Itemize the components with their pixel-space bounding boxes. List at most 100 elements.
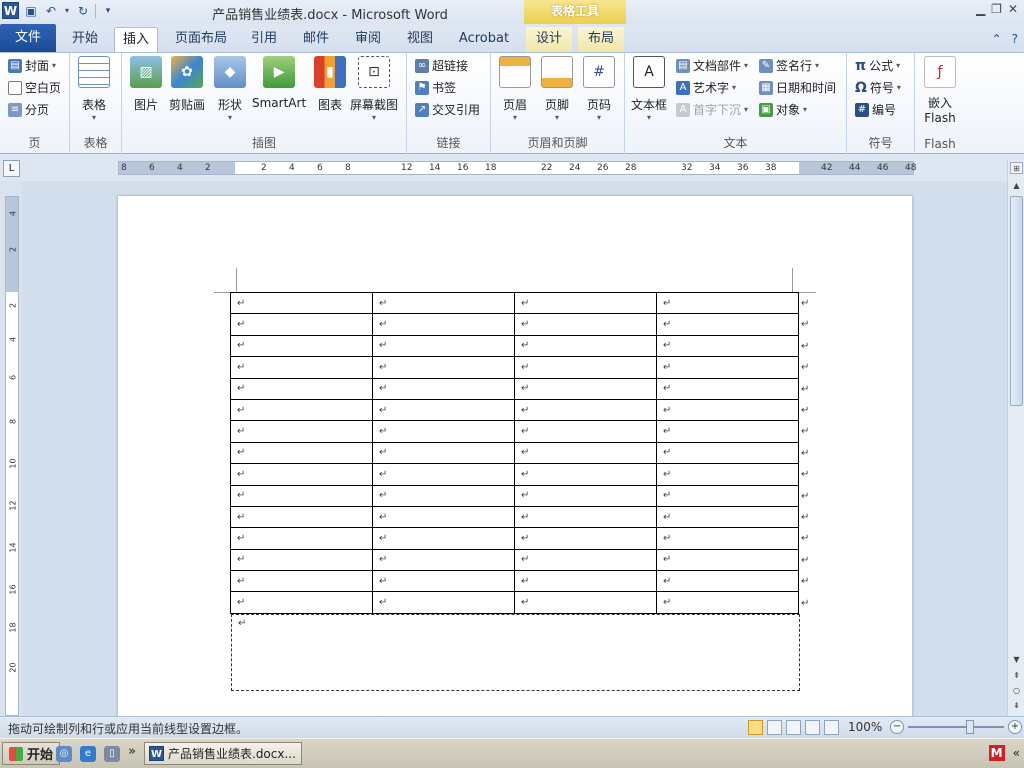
table-cell[interactable]: ↵ (372, 356, 515, 379)
table-cell[interactable]: ↵ (656, 484, 799, 507)
table-cell[interactable]: ↵ (514, 441, 657, 465)
table-cell[interactable]: ↵ (230, 420, 373, 443)
drop-cap-button[interactable]: A 首字下沉 ▾ (676, 101, 748, 118)
tab-references[interactable]: 引用 (244, 27, 284, 52)
minimize-ribbon-icon[interactable]: ⌃ (992, 32, 1002, 46)
table-cell[interactable]: ↵ (656, 463, 799, 486)
tab-home[interactable]: 开始 (62, 27, 108, 52)
internet-explorer-icon[interactable]: e (80, 746, 96, 762)
tab-view[interactable]: 视图 (400, 27, 440, 52)
table-cell[interactable]: ↵ (372, 291, 515, 315)
table-cell[interactable]: ↵ (372, 377, 515, 400)
table-cell[interactable]: ↵ (230, 548, 373, 572)
table-cell[interactable]: ↵ (372, 527, 515, 550)
table-cell[interactable]: ↵ (656, 334, 799, 358)
table-cell[interactable]: ↵ (372, 484, 515, 507)
quicklaunch-more-icon[interactable]: » (128, 744, 136, 759)
vertical-ruler[interactable]: 4 2 2 4 6 8 10 12 14 16 18 20 (5, 196, 19, 716)
table-cell[interactable]: ↵ (514, 291, 657, 315)
tab-selector[interactable]: L (3, 160, 20, 177)
table-cell[interactable]: ↵ (656, 505, 799, 529)
tab-mailings[interactable]: 邮件 (296, 27, 336, 52)
table-cell[interactable]: ↵ (514, 484, 657, 507)
table-cell[interactable]: ↵ (514, 505, 657, 529)
close-icon[interactable]: ✕ (1008, 2, 1018, 16)
clip-art-button[interactable]: ✿ 剪贴画 (169, 56, 205, 113)
text-box-button[interactable]: A 文本框 ▾ (631, 56, 667, 123)
embed-flash-button[interactable]: ƒ 嵌入 Flash (924, 56, 956, 125)
next-page-icon[interactable]: ⇟ (1010, 700, 1023, 712)
table-cell[interactable]: ↵ (514, 570, 657, 593)
table-cell[interactable]: ↵ (372, 313, 515, 336)
blank-page-button[interactable]: 空白页 (8, 79, 61, 96)
tab-file[interactable]: 文件 (0, 24, 56, 52)
table-cell[interactable]: ↵ (230, 463, 373, 486)
quicklaunch-tool-icon[interactable]: ▯ (104, 746, 120, 762)
zoom-in-icon[interactable]: + (1008, 720, 1022, 734)
table-cell[interactable]: ↵ (230, 291, 373, 315)
table-cell[interactable]: ↵ (230, 377, 373, 400)
table-button[interactable]: 表格 ▾ (78, 56, 110, 123)
table-cell[interactable]: ↵ (372, 334, 515, 358)
table-cell[interactable]: ↵ (514, 356, 657, 379)
web-layout-icon[interactable] (786, 720, 801, 735)
table-cell[interactable]: ↵ (230, 570, 373, 593)
table-cell[interactable]: ↵ (656, 377, 799, 400)
table-cell[interactable]: ↵ (372, 591, 515, 614)
previous-page-icon[interactable]: ⇞ (1010, 670, 1023, 682)
draft-view-icon[interactable] (824, 720, 839, 735)
object-button[interactable]: ▣ 对象 ▾ (759, 101, 807, 118)
scroll-down-icon[interactable]: ▼ (1010, 654, 1023, 666)
table-cell[interactable]: ↵ (230, 527, 373, 550)
table-cell[interactable]: ↵ (514, 527, 657, 550)
symbol-button[interactable]: Ω 符号 ▾ (855, 79, 901, 96)
tab-layout[interactable]: 布局 (578, 27, 624, 52)
table-cell[interactable]: ↵ (230, 591, 373, 614)
zoom-knob[interactable] (966, 720, 974, 734)
browse-object-icon[interactable]: ○ (1010, 685, 1023, 697)
table-cell[interactable]: ↵ (656, 420, 799, 443)
cover-page-button[interactable]: ▤ 封面 ▾ (8, 57, 56, 74)
signature-line-button[interactable]: ✎ 签名行 ▾ (759, 57, 819, 74)
table-cell[interactable]: ↵ (230, 356, 373, 379)
picture-button[interactable]: ▨ 图片 (130, 56, 162, 113)
outline-view-icon[interactable] (805, 720, 820, 735)
scroll-up-icon[interactable]: ▲ (1010, 180, 1023, 192)
cross-reference-button[interactable]: ↗ 交叉引用 (415, 101, 480, 118)
table-cell[interactable]: ↵ (230, 484, 373, 507)
tray-m-icon[interactable]: M (988, 745, 1005, 761)
sales-table[interactable]: ↵ ↵ ↵ ↵ ↵ ↵ ↵ ↵ ↵ ↵ ↵ ↵ ↵ ↵ ↵ ↵ ↵ ↵ ↵ ↵ ↵ ↵ ↵ ↵ ↵ ↵ ↵ ↵ ↵ ↵ ↵ ↵ ↵ ↵ ↵ ↵ ↵ ↵ ↵ ↵… (230, 291, 799, 614)
horizontal-ruler[interactable]: 8 6 4 2 2 4 6 8 12 14 16 18 22 24 26 28 32 34 36 38 42 44 46 48 (118, 161, 916, 175)
help-icon[interactable]: ? (1012, 32, 1018, 46)
footer-button[interactable]: 页脚 ▾ (541, 56, 573, 123)
table-cell[interactable]: ↵ (656, 570, 799, 593)
tab-review[interactable]: 审阅 (348, 27, 388, 52)
table-cell[interactable]: ↵ (514, 398, 657, 422)
vertical-scrollbar[interactable]: ⊞ ▲ ▼ ⇞ ○ ⇟ (1007, 160, 1024, 716)
text-area-dashed[interactable]: ↵ (231, 614, 800, 691)
table-cell[interactable]: ↵ (372, 398, 515, 422)
table-cell[interactable]: ↵ (372, 570, 515, 593)
tray-expand-icon[interactable]: « (1013, 746, 1020, 760)
table-cell[interactable]: ↵ (230, 398, 373, 422)
screenshot-button[interactable]: ⊡ 屏幕截图 ▾ (350, 56, 398, 123)
page-break-button[interactable]: ≡ 分页 (8, 101, 49, 118)
restore-icon[interactable]: ❐ (991, 2, 1002, 16)
date-time-button[interactable]: ▦ 日期和时间 (759, 79, 836, 96)
table-cell[interactable]: ↵ (656, 548, 799, 572)
zoom-out-icon[interactable]: − (890, 720, 904, 734)
page-number-button[interactable]: # 页码 ▾ (583, 56, 615, 123)
tab-acrobat[interactable]: Acrobat (452, 27, 516, 52)
table-cell[interactable]: ↵ (230, 441, 373, 465)
equation-button[interactable]: π 公式 ▾ (855, 57, 900, 74)
table-cell[interactable]: ↵ (656, 527, 799, 550)
print-layout-icon[interactable] (748, 720, 763, 735)
table-cell[interactable]: ↵ (514, 463, 657, 486)
header-button[interactable]: 页眉 ▾ (499, 56, 531, 123)
table-cell[interactable]: ↵ (656, 291, 799, 315)
wordart-button[interactable]: A 艺术字 ▾ (676, 79, 736, 96)
ruler-toggle-icon[interactable]: ⊞ (1010, 162, 1023, 174)
table-cell[interactable]: ↵ (230, 313, 373, 336)
table-cell[interactable]: ↵ (230, 505, 373, 529)
table-cell[interactable]: ↵ (372, 548, 515, 572)
